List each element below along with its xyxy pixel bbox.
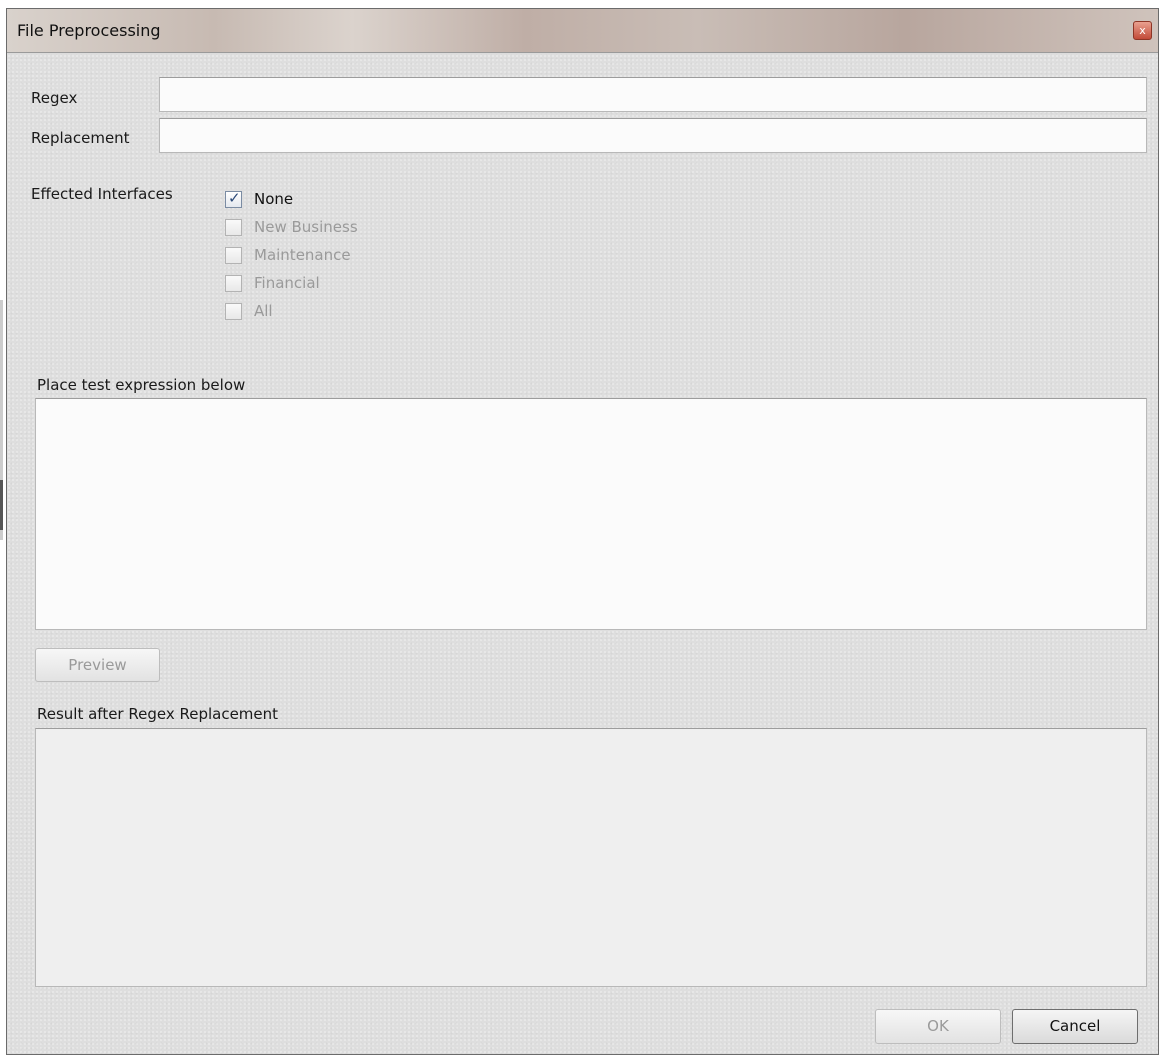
checkbox-all-box[interactable] <box>225 302 242 320</box>
close-button[interactable]: x <box>1133 21 1152 40</box>
checkbox-none-label: None <box>254 190 294 208</box>
checkbox-new-business-label: New Business <box>254 218 358 236</box>
close-icon: x <box>1139 24 1146 37</box>
test-expression-label: Place test expression below <box>37 376 246 394</box>
checkbox-maintenance[interactable]: Maintenance <box>225 241 358 269</box>
preview-button[interactable]: Preview <box>35 648 160 682</box>
effected-interfaces-label: Effected Interfaces <box>31 185 173 203</box>
interfaces-checkbox-group: None New Business Maintenance Financial … <box>225 185 358 325</box>
checkbox-maintenance-box[interactable] <box>225 246 242 264</box>
replacement-field-box <box>159 118 1147 153</box>
file-preprocessing-dialog: File Preprocessing x Regex Replacement E… <box>6 8 1159 1055</box>
dialog-body: Regex Replacement Effected Interfaces No… <box>7 54 1158 1054</box>
ok-button[interactable]: OK <box>875 1009 1001 1044</box>
regex-field-box <box>159 77 1147 112</box>
result-box <box>35 728 1147 987</box>
title-bar[interactable]: File Preprocessing x <box>7 9 1158 53</box>
checkbox-financial-label: Financial <box>254 274 320 292</box>
checkbox-financial[interactable]: Financial <box>225 269 358 297</box>
checkbox-all[interactable]: All <box>225 297 358 325</box>
checkbox-all-label: All <box>254 302 273 320</box>
checkbox-new-business-box[interactable] <box>225 218 242 236</box>
replacement-label: Replacement <box>31 129 130 147</box>
dialog-title: File Preprocessing <box>17 21 161 40</box>
regex-input[interactable] <box>160 78 1146 111</box>
background-edge-dark <box>0 480 3 530</box>
cancel-button[interactable]: Cancel <box>1012 1009 1138 1044</box>
regex-label: Regex <box>31 89 78 107</box>
replacement-input[interactable] <box>160 119 1146 152</box>
checkbox-maintenance-label: Maintenance <box>254 246 351 264</box>
test-expression-input[interactable] <box>36 399 1146 629</box>
result-label: Result after Regex Replacement <box>37 705 279 723</box>
checkbox-none[interactable]: None <box>225 185 358 213</box>
checkbox-none-box[interactable] <box>225 189 242 208</box>
test-expression-box <box>35 398 1147 630</box>
checkbox-new-business[interactable]: New Business <box>225 213 358 241</box>
result-output[interactable] <box>36 729 1146 986</box>
checkbox-financial-box[interactable] <box>225 274 242 292</box>
